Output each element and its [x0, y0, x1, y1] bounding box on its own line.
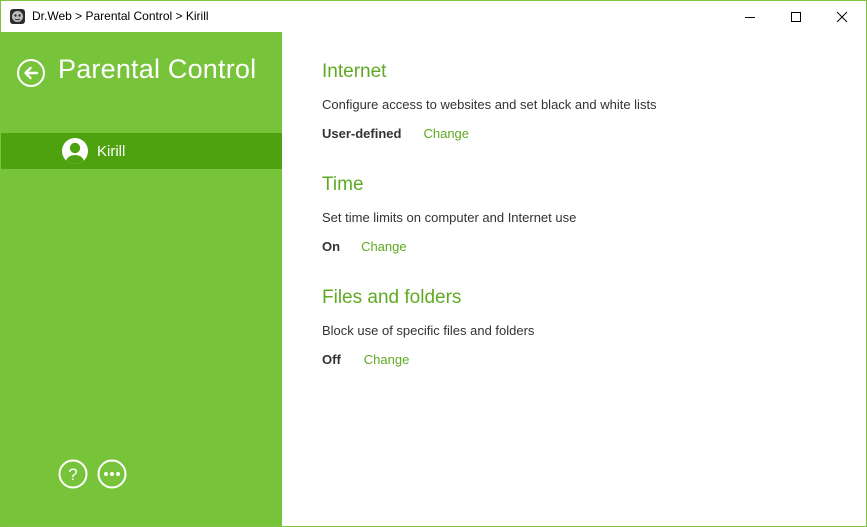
sidebar-item-label: Kirill: [97, 143, 126, 160]
status-value: On: [322, 239, 341, 254]
section-title: Internet: [322, 61, 387, 82]
time-change-link[interactable]: Change: [361, 239, 407, 255]
section-description: Block use of specific files and folders: [322, 323, 535, 338]
minimize-icon: [745, 16, 755, 18]
user-avatar-icon: [61, 137, 89, 165]
help-button[interactable]: ?: [58, 459, 88, 489]
files-folders-section: Files and folders Block use of specific …: [322, 287, 842, 368]
help-icon: ?: [58, 459, 88, 489]
drweb-logo-icon: [10, 9, 25, 24]
section-title: Time: [322, 174, 364, 195]
internet-section: Internet Configure access to websites an…: [322, 61, 842, 142]
minimize-button[interactable]: [727, 1, 773, 32]
main-content: Internet Configure access to websites an…: [282, 32, 866, 526]
back-arrow-icon: [17, 59, 45, 87]
sidebar: Parental Control Kirill ?: [1, 32, 282, 526]
maximize-button[interactable]: [773, 1, 819, 32]
sidebar-item-kirill[interactable]: Kirill: [1, 133, 282, 169]
maximize-icon: [791, 11, 801, 22]
section-description: Set time limits on computer and Internet…: [322, 210, 577, 225]
app-window: Dr.Web > Parental Control > Kirill Paren…: [0, 0, 867, 527]
internet-change-link[interactable]: Change: [423, 126, 469, 142]
status-value: User-defined: [322, 126, 402, 141]
more-options-icon: [97, 459, 127, 489]
section-description: Configure access to websites and set bla…: [322, 97, 657, 112]
section-status-row: User-defined Change: [322, 126, 842, 142]
files-folders-change-link[interactable]: Change: [364, 352, 410, 368]
section-status-row: Off Change: [322, 352, 842, 368]
time-section: Time Set time limits on computer and Int…: [322, 174, 842, 255]
section-title: Files and folders: [322, 287, 462, 308]
section-status-row: On Change: [322, 239, 842, 255]
more-options-button[interactable]: [97, 459, 127, 489]
back-button[interactable]: [16, 58, 46, 88]
close-icon: [836, 11, 848, 22]
status-value: Off: [322, 352, 341, 367]
window-title: Dr.Web > Parental Control > Kirill: [32, 9, 209, 23]
title-bar: Dr.Web > Parental Control > Kirill: [1, 1, 866, 32]
close-button[interactable]: [819, 1, 865, 32]
svg-text:?: ?: [68, 465, 77, 484]
page-title: Parental Control: [58, 54, 257, 84]
